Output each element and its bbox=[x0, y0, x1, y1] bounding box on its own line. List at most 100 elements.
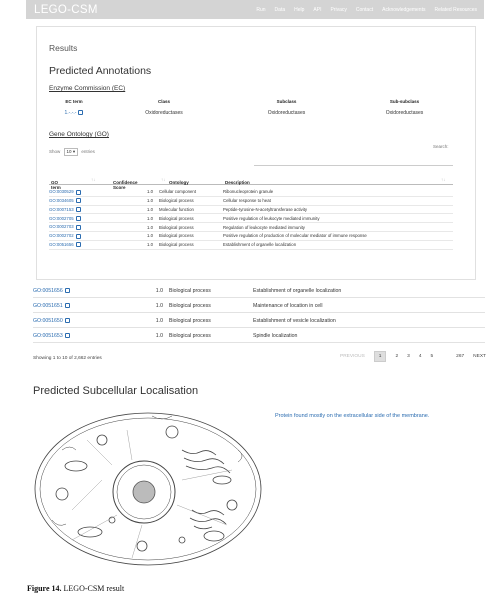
cell-er bbox=[181, 449, 231, 474]
nav-link-api[interactable]: API bbox=[313, 7, 321, 13]
ec-table-row: 1.-.-.- Oxidoreductases Oxidoreductases … bbox=[49, 106, 465, 119]
go-term-link-text[interactable]: GO:0002702 bbox=[49, 233, 74, 238]
ontology-cell-text: Biological process bbox=[159, 224, 194, 230]
go-term-link-text[interactable]: GO:0002705 bbox=[49, 216, 74, 221]
go-term-link-text[interactable]: GO:0002703 bbox=[49, 224, 74, 229]
search-input[interactable] bbox=[254, 156, 453, 166]
nav-link-acknowledgements[interactable]: Acknowledgements bbox=[382, 7, 425, 13]
confidence-score-cell: 1.0 bbox=[105, 225, 157, 230]
ec-heading-link[interactable]: Enzyme Commission (EC) bbox=[49, 85, 125, 92]
pagination-page-last[interactable]: 267 bbox=[456, 354, 464, 359]
go-term-link[interactable]: GO:0034605 bbox=[49, 198, 105, 204]
ontology-cell-text: Molecular function bbox=[159, 206, 194, 212]
description-cell-text: Positive regulation of production of mol… bbox=[223, 233, 367, 239]
go-term-link-text[interactable]: GO:0051656 bbox=[33, 288, 63, 294]
external-link-icon[interactable] bbox=[64, 303, 70, 309]
external-link-icon[interactable] bbox=[75, 198, 81, 204]
description-cell-text: Establishment of organelle localization bbox=[253, 288, 342, 294]
sort-icon[interactable]: ↑↓ bbox=[441, 177, 446, 182]
pagination-page-current[interactable]: 1 bbox=[373, 351, 387, 362]
go-term-link[interactable]: GO:0007153 bbox=[49, 207, 105, 213]
pagination-page[interactable]: 4 bbox=[419, 354, 422, 359]
external-link-icon[interactable] bbox=[75, 207, 81, 213]
table-row: GO:0002702 1.0 Biological process Positive … bbox=[49, 232, 453, 241]
cell-mitochondrion bbox=[64, 460, 88, 472]
go-heading-link[interactable]: Gene Ontology (GO) bbox=[49, 131, 109, 138]
description-cell: Peptide-tyrosine-N-acetyltransferase act… bbox=[221, 207, 453, 212]
ontology-cell-text: Biological process bbox=[159, 198, 194, 204]
entries-select[interactable]: 10 ▾ bbox=[63, 148, 79, 156]
confidence-score-cell-text: 1.0 bbox=[147, 215, 153, 221]
table-row: GO:0002705 1.0 Biological process Positive … bbox=[49, 214, 453, 224]
ontology-cell: Biological process bbox=[157, 225, 221, 230]
go-term-link[interactable]: GO:0002705 bbox=[49, 216, 105, 221]
brand-logo[interactable]: LEGO-CSM bbox=[34, 4, 98, 16]
go-term-link[interactable]: GO:0051656 bbox=[49, 242, 105, 248]
pagination-next[interactable]: NEXT bbox=[473, 354, 486, 359]
figure-caption-text: LEGO-CSM result bbox=[61, 584, 125, 593]
ontology-cell: Biological process bbox=[157, 242, 221, 247]
entries-label: entries bbox=[81, 149, 95, 154]
table-row: GO:0007153 1.0 Molecular function Peptide-t… bbox=[49, 206, 453, 215]
ontology-cell: Biological process bbox=[167, 333, 251, 339]
pagination-page[interactable]: 3 bbox=[407, 354, 410, 359]
ec-table-header: EC term Class Subclass Sub-subclass bbox=[49, 96, 465, 106]
nav-link-related-resources[interactable]: Related Resources bbox=[434, 7, 477, 13]
ontology-cell-text: Biological process bbox=[159, 215, 194, 221]
go-term-link[interactable]: GO:0002702 bbox=[49, 233, 105, 239]
external-link-icon[interactable] bbox=[75, 224, 81, 230]
go-term-link-text[interactable]: GO:0007153 bbox=[49, 207, 74, 212]
external-link-icon[interactable] bbox=[75, 189, 81, 195]
go-term-link-text[interactable]: GO:0034605 bbox=[49, 198, 74, 203]
table-row: GO:0051656 1.0 Biological process Establish… bbox=[49, 241, 453, 250]
description-cell-text: Ribonucleoprotein granule bbox=[223, 189, 274, 195]
sort-icon[interactable]: ↑↓ bbox=[161, 177, 166, 182]
external-link-icon[interactable] bbox=[75, 242, 81, 248]
description-cell: Regulation of leukocyte mediated immunit… bbox=[221, 225, 453, 230]
go-term-link[interactable]: GO:0030529 bbox=[49, 189, 105, 195]
go-term-link[interactable]: GO:0002703 bbox=[49, 224, 105, 230]
go-term-link[interactable]: GO:0051651 bbox=[33, 303, 105, 309]
ec-class-cell: Oxidoreductases bbox=[145, 109, 183, 116]
go-term-link-text[interactable]: GO:0051651 bbox=[33, 303, 63, 309]
table-row: GO:0002703 1.0 Biological process Regulatio… bbox=[49, 223, 453, 232]
ontology-cell-text: Biological process bbox=[159, 233, 194, 239]
external-link-icon[interactable] bbox=[64, 318, 70, 324]
results-title: Results bbox=[49, 43, 78, 53]
ec-term-link[interactable]: 1.-.-.- bbox=[65, 110, 77, 116]
external-link-icon[interactable] bbox=[75, 233, 81, 239]
go-term-link-text[interactable]: GO:0030529 bbox=[49, 189, 74, 194]
ontology-cell-text: Biological process bbox=[169, 333, 211, 339]
nav-link-privacy[interactable]: Privacy bbox=[330, 7, 346, 13]
pagination-page[interactable]: 5 bbox=[430, 354, 433, 359]
pagination-previous[interactable]: PREVIOUS bbox=[340, 354, 365, 359]
ontology-cell: Biological process bbox=[167, 303, 251, 309]
nav-link-contact[interactable]: Contact bbox=[356, 7, 373, 13]
go-term-link-text[interactable]: GO:0051650 bbox=[33, 318, 63, 324]
external-link-icon[interactable] bbox=[64, 288, 70, 294]
pagination-page[interactable]: 2 bbox=[395, 354, 398, 359]
external-link-icon[interactable] bbox=[75, 215, 81, 221]
cell-vesicle bbox=[55, 487, 69, 501]
search-label: Search: bbox=[433, 144, 449, 149]
go-term-link-text[interactable]: GO:0051653 bbox=[33, 333, 63, 339]
external-link-icon[interactable] bbox=[64, 333, 70, 339]
nav-link-data[interactable]: Data bbox=[275, 7, 286, 13]
go-term-link[interactable]: GO:0051653 bbox=[33, 333, 105, 339]
description-cell: Establishment of organelle localization bbox=[251, 288, 485, 294]
entries-length-control: Show 10 ▾ entries bbox=[49, 148, 95, 156]
sort-icon[interactable]: ↑↓ bbox=[91, 177, 96, 182]
go-term-link-text[interactable]: GO:0051656 bbox=[49, 242, 74, 247]
ec-term-cell[interactable]: 1.-.-.- bbox=[49, 110, 99, 116]
go-term-link[interactable]: GO:0051656 bbox=[33, 288, 105, 294]
confidence-score-cell: 1.0 bbox=[105, 242, 157, 247]
nav-link-help[interactable]: Help bbox=[294, 7, 304, 13]
ontology-cell: Molecular function bbox=[157, 207, 221, 212]
description-cell: Positive regulation of leukocyte mediate… bbox=[221, 216, 453, 221]
go-term-link[interactable]: GO:0051650 bbox=[33, 318, 105, 324]
ontology-cell: Biological process bbox=[157, 216, 221, 221]
table-row: GO:0034605 1.0 Biological process Cellular … bbox=[49, 197, 453, 206]
external-link-icon[interactable] bbox=[78, 109, 84, 115]
nav-link-run[interactable]: Run bbox=[256, 7, 265, 13]
ec-table: EC term Class Subclass Sub-subclass 1.-.… bbox=[49, 96, 465, 119]
